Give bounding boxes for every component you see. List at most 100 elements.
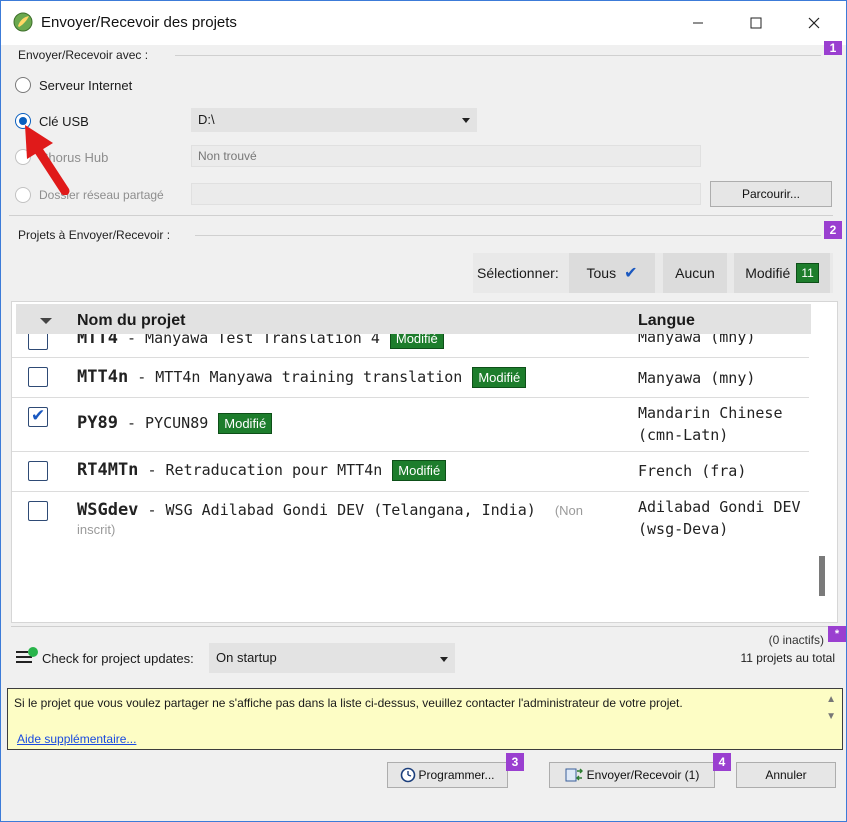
chorus-hub-status: Non trouvé bbox=[198, 149, 257, 163]
footer-star-badge: * bbox=[828, 626, 846, 642]
project-language-code: (cmn-Latn) bbox=[638, 426, 729, 444]
section2-divider bbox=[195, 235, 821, 236]
project-full-name: PYCUN89 bbox=[145, 414, 209, 432]
column-header-language[interactable]: Langue bbox=[638, 312, 695, 330]
not-registered-note-cont: inscrit) bbox=[77, 522, 116, 537]
scroll-up-icon[interactable]: ▲ bbox=[826, 694, 836, 705]
total-projects: 11 projets au total bbox=[740, 651, 835, 665]
separator: - bbox=[126, 414, 137, 432]
send-receive-button-label: Envoyer/Recevoir (1) bbox=[586, 768, 700, 782]
dialog-window: Envoyer/Recevoir des projets Envoyer/Rec… bbox=[0, 0, 847, 822]
project-name-cell: RT4MTn - Retraducation pour MTT4n Modifié bbox=[77, 460, 447, 481]
section1-badge: 1 bbox=[824, 41, 842, 55]
scroll-down-icon[interactable]: ▼ bbox=[826, 711, 836, 722]
update-check-icon bbox=[16, 647, 38, 663]
row-checkbox-checked[interactable] bbox=[28, 406, 48, 427]
schedule-button[interactable]: Programmer... bbox=[387, 762, 508, 788]
project-full-name: WSG Adilabad Gondi DEV (Telangana, India… bbox=[165, 501, 536, 519]
select-none-button[interactable]: Aucun bbox=[663, 253, 727, 293]
close-icon[interactable] bbox=[791, 9, 837, 37]
footer-divider bbox=[11, 626, 829, 627]
checkmark-icon: ✔ bbox=[624, 265, 638, 282]
section2-badge: 2 bbox=[824, 221, 842, 239]
project-list[interactable]: MTT4 - Manyawa Test Translation 4 Modifié… bbox=[11, 301, 838, 623]
project-name-cell: PY89 - PYCUN89 Modifié bbox=[77, 413, 273, 434]
radio-button[interactable] bbox=[15, 77, 31, 93]
check-updates-label: Check for project updates: bbox=[42, 651, 194, 666]
project-language-code: (wsg-Deva) bbox=[638, 520, 729, 538]
separator: - bbox=[137, 368, 147, 386]
network-folder-field bbox=[191, 183, 701, 205]
window-title: Envoyer/Recevoir des projets bbox=[41, 14, 237, 31]
send-receive-icon bbox=[565, 768, 583, 782]
project-language: Manyawa (mny) bbox=[638, 369, 756, 387]
modified-tag: Modifié bbox=[392, 460, 447, 481]
table-row[interactable]: PY89 - PYCUN89 Modifié Mandarin Chinese (c… bbox=[12, 398, 809, 452]
project-code: MTT4n bbox=[77, 367, 129, 387]
browse-button[interactable]: Parcourir... bbox=[710, 181, 832, 207]
section-send-receive-with-label: Envoyer/Recevoir avec : bbox=[18, 48, 149, 62]
list-scrollbar-thumb[interactable] bbox=[819, 556, 825, 596]
project-language-cell: Mandarin Chinese (cmn-Latn) bbox=[638, 402, 783, 446]
project-name-cell: WSGdev - WSG Adilabad Gondi DEV (Telanga… bbox=[77, 500, 583, 520]
row-checkbox[interactable] bbox=[28, 501, 48, 521]
title-bar: Envoyer/Recevoir des projets bbox=[1, 1, 846, 45]
check-updates-select[interactable]: On startup bbox=[209, 643, 455, 673]
schedule-button-label: Programmer... bbox=[418, 768, 495, 782]
select-all-label: Tous bbox=[586, 265, 617, 281]
info-notice: Si le projet que vous voulez partager ne… bbox=[7, 688, 843, 750]
separator: - bbox=[147, 501, 157, 519]
column-header-name[interactable]: Nom du projet bbox=[77, 312, 185, 330]
project-language: French (fra) bbox=[638, 462, 747, 480]
not-registered-note: (Non bbox=[554, 503, 583, 518]
check-updates-value: On startup bbox=[216, 650, 277, 665]
clock-icon bbox=[401, 767, 416, 783]
usb-drive-select[interactable]: D:\ bbox=[191, 108, 477, 132]
selection-toolbar: Sélectionner: Tous ✔ Aucun Modifié 11 bbox=[473, 253, 833, 293]
help-link[interactable]: Aide supplémentaire... bbox=[17, 732, 136, 746]
project-code: PY89 bbox=[77, 413, 118, 433]
select-modified-button[interactable]: Modifié 11 bbox=[734, 253, 830, 293]
maximize-icon[interactable] bbox=[733, 9, 779, 37]
send-receive-badge: 4 bbox=[713, 753, 731, 771]
chevron-down-icon bbox=[440, 657, 448, 662]
project-full-name: Retraducation pour MTT4n bbox=[165, 461, 383, 479]
table-row[interactable]: RT4MTn - Retraducation pour MTT4n Modifié… bbox=[12, 452, 809, 492]
chevron-down-icon bbox=[462, 118, 470, 123]
schedule-badge: 3 bbox=[506, 753, 524, 771]
table-row[interactable]: MTT4n - MTT4n Manyawa training translati… bbox=[12, 358, 809, 398]
project-name-cell: MTT4n - MTT4n Manyawa training translati… bbox=[77, 367, 527, 388]
list-header: Nom du projet Langue bbox=[16, 304, 811, 334]
section1-bottom-divider bbox=[9, 215, 833, 216]
table-row[interactable]: WSGdev - WSG Adilabad Gondi DEV (Telanga… bbox=[12, 492, 809, 548]
select-all-button[interactable]: Tous ✔ bbox=[569, 253, 655, 293]
project-language: Mandarin Chinese bbox=[638, 404, 783, 422]
project-language-cell: Adilabad Gondi DEV (wsg-Deva) bbox=[638, 496, 801, 540]
usb-drive-value: D:\ bbox=[198, 112, 215, 127]
separator: - bbox=[147, 461, 157, 479]
notice-text: Si le projet que vous voulez partager ne… bbox=[14, 696, 683, 710]
row-checkbox[interactable] bbox=[28, 461, 48, 481]
cancel-button[interactable]: Annuler bbox=[736, 762, 836, 788]
modified-tag: Modifié bbox=[472, 367, 527, 388]
inactive-count: (0 inactifs) bbox=[768, 633, 824, 647]
select-modified-label: Modifié bbox=[745, 265, 791, 281]
modified-tag: Modifié bbox=[218, 413, 273, 434]
minimize-icon[interactable] bbox=[675, 9, 721, 37]
project-code: RT4MTn bbox=[77, 460, 139, 480]
annotation-arrow-icon bbox=[25, 125, 70, 195]
section-projects-label: Projets à Envoyer/Recevoir : bbox=[18, 228, 171, 242]
select-label: Sélectionner: bbox=[477, 265, 559, 281]
project-code: WSGdev bbox=[77, 500, 139, 520]
paratext-app-icon bbox=[13, 12, 33, 32]
project-full-name: MTT4n Manyawa training translation bbox=[155, 368, 463, 386]
modified-count-badge: 11 bbox=[796, 263, 819, 283]
chorus-hub-status-field: Non trouvé bbox=[191, 145, 701, 167]
section1-divider bbox=[175, 55, 821, 56]
radio-internet-server[interactable]: Serveur Internet bbox=[15, 75, 132, 95]
row-checkbox[interactable] bbox=[28, 367, 48, 387]
project-language: Adilabad Gondi DEV bbox=[638, 498, 801, 516]
send-receive-button[interactable]: Envoyer/Recevoir (1) bbox=[549, 762, 715, 788]
sort-arrow-icon[interactable] bbox=[40, 318, 52, 324]
radio-label: Serveur Internet bbox=[39, 77, 133, 93]
